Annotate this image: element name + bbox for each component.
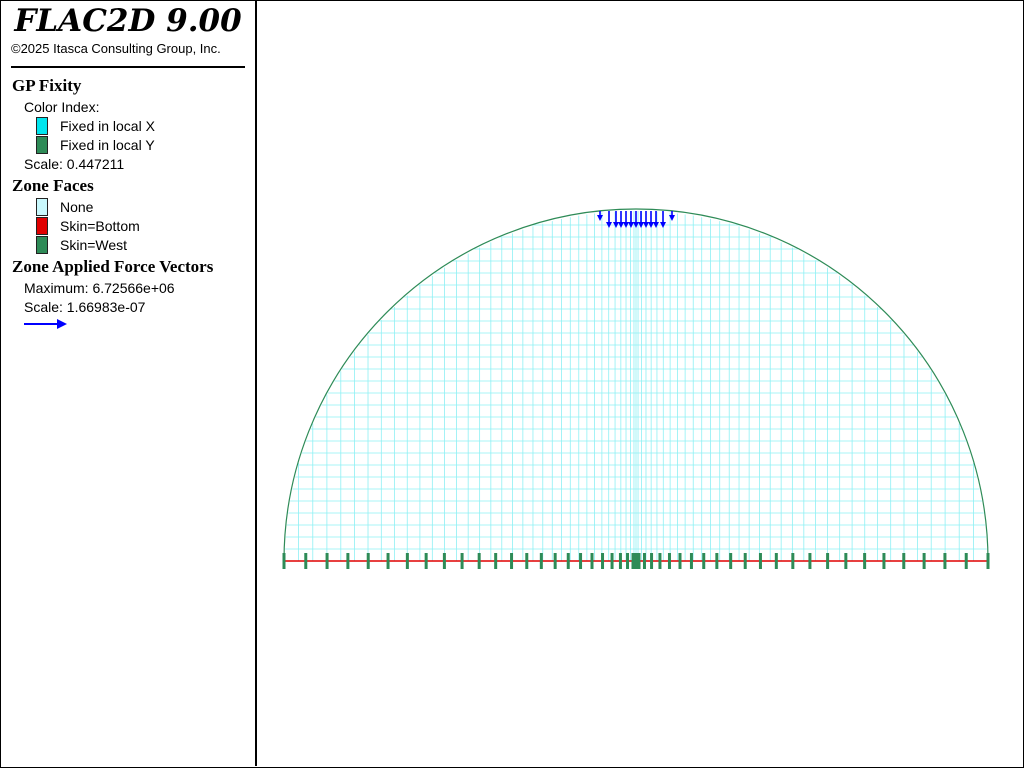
fixity-marker	[863, 553, 867, 569]
fixed-x-label: Fixed in local X	[60, 118, 155, 134]
fixity-marker	[325, 553, 329, 569]
skin-west-label: Skin=West	[60, 237, 128, 253]
fixity-marker	[424, 553, 428, 569]
fixity-marker	[702, 553, 706, 569]
fixity-marker	[634, 553, 638, 569]
mesh-grid	[283, 211, 989, 563]
fixity-marker	[442, 553, 446, 569]
fixity-marker	[902, 553, 906, 569]
app-title: FLAC2D 9.00	[14, 3, 242, 39]
fixity-marker	[808, 553, 812, 569]
fixity-marker	[667, 553, 671, 569]
fixity-marker	[715, 553, 719, 569]
fixity-marker	[791, 553, 795, 569]
fixity-marker	[566, 553, 570, 569]
fixity-marker	[658, 553, 662, 569]
fixed-y-swatch	[36, 136, 48, 154]
none-swatch	[36, 198, 48, 216]
model-view[interactable]	[257, 1, 1023, 766]
fixity-marker	[922, 553, 926, 569]
fixity-marker	[590, 553, 594, 569]
gp-fixity-heading: GP Fixity	[12, 76, 82, 95]
fixity-marker	[610, 553, 614, 569]
fixity-marker	[626, 553, 630, 569]
fixity-marker	[618, 553, 622, 569]
fixity-marker	[366, 553, 370, 569]
fixity-marker	[729, 553, 733, 569]
copyright-text: ©2025 Itasca Consulting Group, Inc.	[11, 41, 221, 56]
fixity-marker	[539, 553, 543, 569]
fixed-y-label: Fixed in local Y	[60, 137, 155, 153]
fixity-marker	[601, 553, 605, 569]
zone-force-heading: Zone Applied Force Vectors	[12, 257, 214, 276]
fixity-marker	[553, 553, 557, 569]
fixity-marker	[405, 553, 409, 569]
none-label: None	[60, 199, 94, 215]
fixity-marker	[758, 553, 762, 569]
fixity-marker	[525, 553, 529, 569]
skin-bottom-label: Skin=Bottom	[60, 218, 140, 234]
legend-divider	[11, 66, 245, 68]
fixity-marker	[774, 553, 778, 569]
fixity-marker	[494, 553, 498, 569]
fixity-marker	[282, 553, 286, 569]
fixity-marker	[689, 553, 693, 569]
fixity-marker	[510, 553, 514, 569]
fixity-marker	[477, 553, 481, 569]
fixity-marker	[579, 553, 583, 569]
fixed-x-swatch	[36, 117, 48, 135]
fixity-marker	[460, 553, 464, 569]
fixity-marker	[882, 553, 886, 569]
fixity-marker	[743, 553, 747, 569]
fixity-marker	[650, 553, 654, 569]
gp-fixity-scale: Scale: 0.447211	[24, 156, 125, 172]
arrow-right-icon	[24, 319, 67, 329]
fixity-marker	[964, 553, 968, 569]
fixity-marker	[346, 553, 350, 569]
zone-faces-heading: Zone Faces	[12, 176, 94, 195]
fixity-marker	[631, 553, 635, 569]
force-maximum: Maximum: 6.72566e+06	[24, 280, 175, 296]
fixity-marker	[844, 553, 848, 569]
fixity-marker	[637, 553, 641, 569]
fixity-marker	[986, 553, 990, 569]
fixity-marker	[304, 553, 308, 569]
skin-west-swatch	[36, 236, 48, 254]
fixity-marker	[678, 553, 682, 569]
fixity-marker	[826, 553, 830, 569]
legend-panel: FLAC2D 9.00 ©2025 Itasca Consulting Grou…	[1, 1, 257, 766]
fixity-marker	[386, 553, 390, 569]
skin-bottom-swatch	[36, 217, 48, 235]
fixity-marker	[642, 553, 646, 569]
color-index-label: Color Index:	[24, 99, 100, 115]
force-scale: Scale: 1.66983e-07	[24, 299, 146, 315]
fixity-marker	[943, 553, 947, 569]
model-plot-area[interactable]	[257, 1, 1023, 766]
